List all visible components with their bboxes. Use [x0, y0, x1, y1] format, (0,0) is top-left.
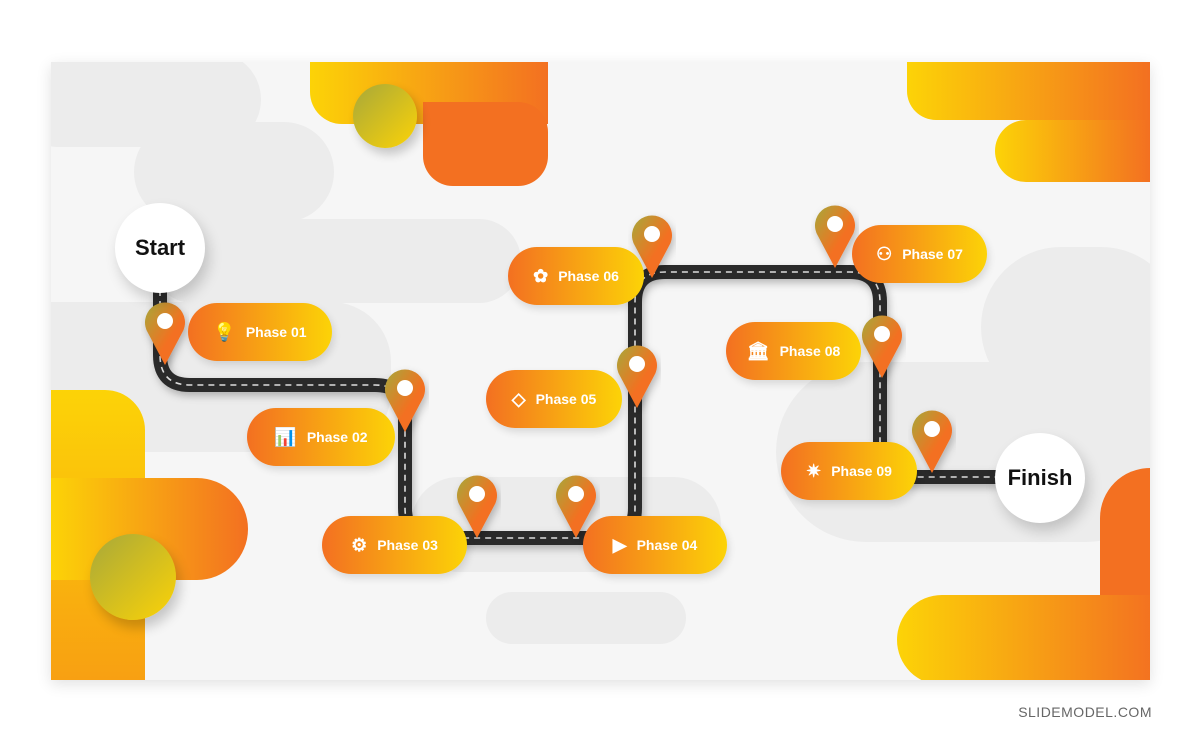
map-pin-icon	[145, 302, 186, 365]
meeting-icon: ⚇	[876, 243, 893, 264]
bar-chart-icon: 📊	[274, 426, 297, 447]
diamond-icon: ◇	[511, 388, 526, 409]
phase-text: Phase 06	[558, 268, 619, 284]
gears-icon: ⚙	[351, 534, 368, 555]
presentation-icon: ▶	[612, 534, 627, 555]
phase-text: Phase 04	[636, 537, 698, 553]
phase-text: Phase 01	[245, 324, 307, 340]
phase-text: Phase 08	[779, 343, 841, 359]
phase-6-label: ✿ Phase 06	[508, 247, 644, 305]
bank-icon: 🏛	[746, 340, 770, 361]
start-marker: Start	[115, 203, 205, 293]
phase-text: Phase 03	[377, 537, 438, 553]
sparkle-icon: ✷	[806, 460, 822, 481]
phase-9-label: ✷ Phase 09	[781, 442, 917, 500]
phase-2-label: 📊 Phase 02	[247, 408, 395, 466]
phase-text: Phase 07	[902, 246, 963, 262]
phase-text: Phase 02	[306, 429, 368, 445]
page: Start Finish 💡 Phase 01 📊 Phase 02 ⚙ Phase 03…	[0, 0, 1200, 743]
lightbulb-icon: 💡	[213, 321, 236, 342]
phase-5-label: ◇ Phase 05	[486, 370, 622, 428]
brand-watermark: SLIDEMODEL.COM	[1018, 704, 1152, 720]
team-icon: ✿	[533, 265, 549, 286]
map-pin-icon	[862, 315, 902, 378]
map-pin-icon	[617, 345, 657, 408]
phase-3-label: ⚙ Phase 03	[322, 516, 467, 574]
phase-4-label: ▶ Phase 04	[583, 516, 727, 574]
phase-8-label: 🏛 Phase 08	[726, 322, 861, 380]
map-pin-icon	[912, 410, 952, 473]
phase-text: Phase 05	[535, 391, 597, 407]
finish-marker: Finish	[995, 433, 1085, 523]
map-pin-icon	[815, 205, 855, 268]
map-pin-icon	[456, 475, 498, 538]
phase-1-label: 💡 Phase 01	[188, 303, 332, 361]
phase-text: Phase 09	[831, 463, 892, 479]
phase-7-label: ⚇ Phase 07	[852, 225, 987, 283]
